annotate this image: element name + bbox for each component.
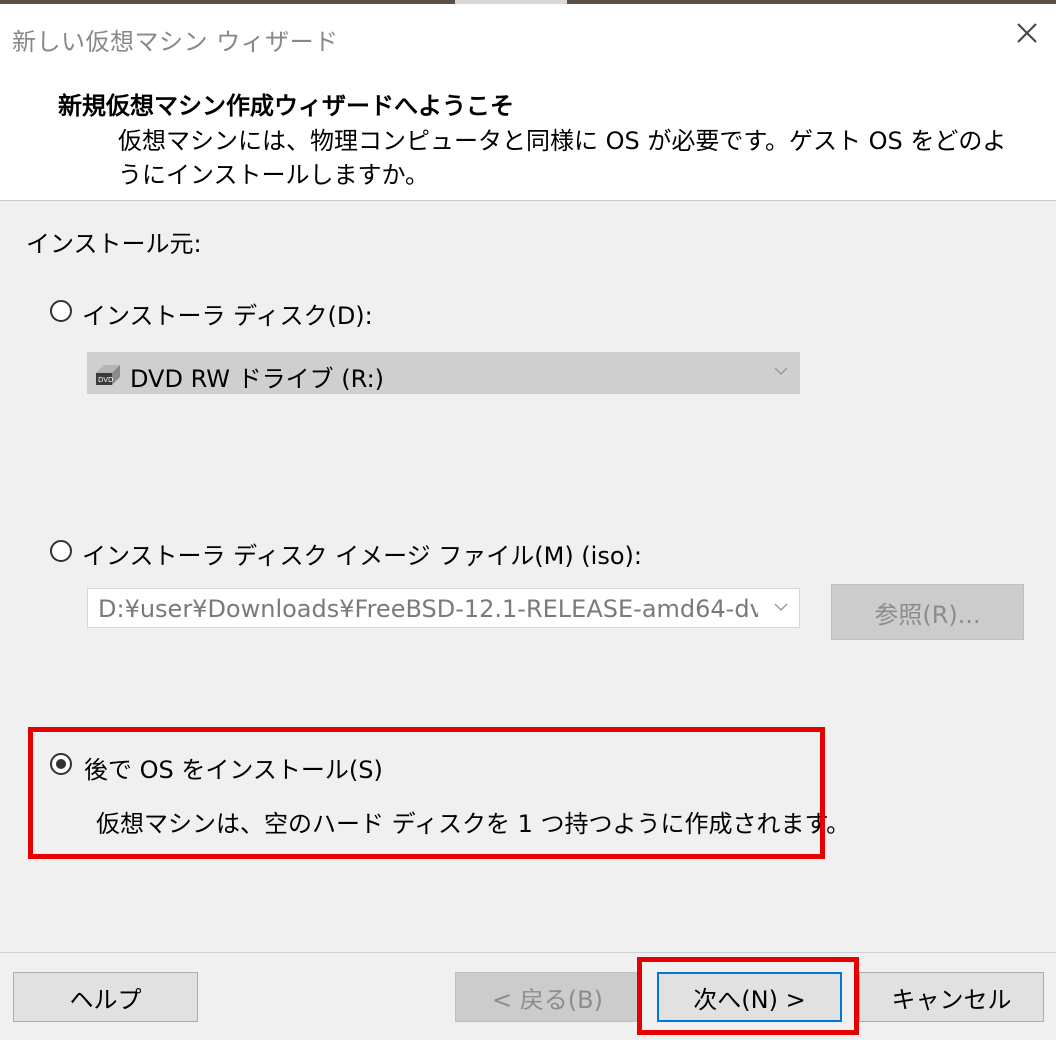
highlight-install-later — [28, 727, 825, 859]
dvd-drive-icon: DVD — [96, 365, 120, 385]
iso-image-label[interactable]: インストーラ ディスク イメージ ファイル(M) (iso): — [82, 536, 642, 571]
iso-path-value: D:¥user¥Downloads¥FreeBSD-12.1-RELEASE-a… — [98, 595, 758, 623]
browse-button[interactable]: 参照(R)... — [831, 584, 1024, 640]
chevron-down-icon — [774, 367, 788, 376]
installer-disc-label[interactable]: インストーラ ディスク(D): — [82, 296, 373, 331]
close-icon — [1017, 23, 1037, 43]
title-bar: 新しい仮想マシン ウィザード — [0, 4, 1056, 68]
wizard-description: 仮想マシンには、物理コンピュータと同様に OS が必要です。ゲスト OS をどの… — [118, 127, 1007, 189]
wizard-heading: 新規仮想マシン作成ウィザードへようこそ — [58, 92, 514, 120]
chevron-down-icon — [774, 603, 788, 612]
drive-select[interactable]: DVD DVD RW ドライブ (R:) — [87, 352, 800, 394]
window-title: 新しい仮想マシン ウィザード — [12, 28, 339, 56]
iso-image-radio[interactable] — [50, 540, 72, 562]
iso-path-combobox[interactable]: D:¥user¥Downloads¥FreeBSD-12.1-RELEASE-a… — [87, 588, 800, 628]
cancel-button[interactable]: キャンセル — [859, 972, 1044, 1022]
help-button[interactable]: ヘルプ — [13, 972, 198, 1022]
install-later-label[interactable]: 後で OS をインストール(S) — [84, 750, 383, 785]
back-button[interactable]: < 戻る(B) — [455, 972, 640, 1022]
footer-divider — [0, 952, 1056, 953]
close-button[interactable] — [1012, 18, 1042, 48]
svg-text:DVD: DVD — [98, 376, 113, 384]
installer-disc-radio[interactable] — [50, 300, 72, 322]
wizard-header: 新規仮想マシン作成ウィザードへようこそ 仮想マシンには、物理コンピュータと同様に… — [0, 68, 1056, 201]
install-source-label: インストール元: — [26, 230, 202, 258]
drive-select-value: DVD RW ドライブ (R:) — [130, 365, 385, 393]
install-later-radio[interactable] — [50, 753, 72, 775]
next-button[interactable]: 次へ(N) > — [657, 972, 842, 1022]
install-later-description: 仮想マシンは、空のハード ディスクを 1 つ持つように作成されます。 — [96, 810, 851, 838]
